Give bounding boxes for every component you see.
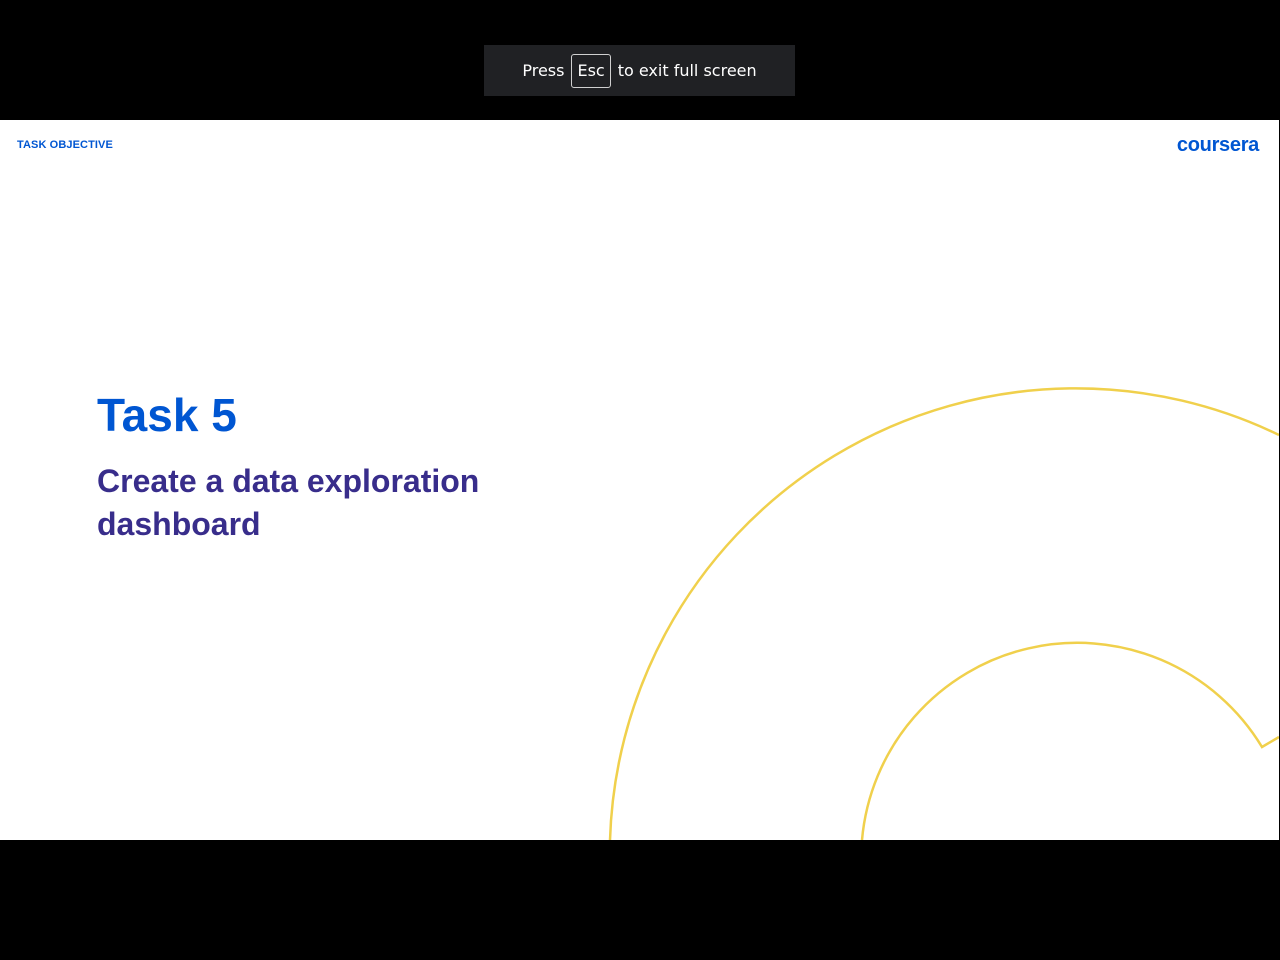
fullscreen-exit-notice: Press Esc to exit full screen [484,45,795,96]
outer-arc [608,387,1279,840]
esc-key-badge: Esc [571,53,611,88]
task-subtitle: Create a data exploration dashboard [97,463,480,542]
notice-press-text: Press [522,61,565,80]
coursera-logo: coursera [1176,134,1259,156]
inner-arc [860,641,1279,840]
notice-message-text: to exit full screen [617,61,757,80]
fullscreen-screen: Press Esc to exit full screen TASK OBJEC… [0,0,1280,960]
slide-section-label: TASK OBJECTIVE [17,139,113,151]
task-title: Task 5 [97,389,237,441]
presentation-slide: TASK OBJECTIVE coursera Task 5 Create a … [0,120,1279,840]
